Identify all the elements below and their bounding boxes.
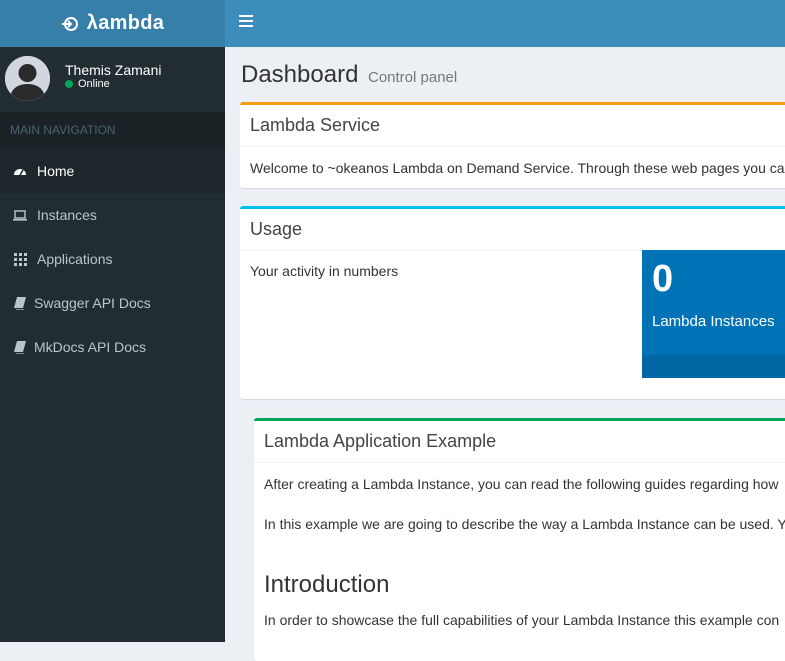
stat-value: 0 [652, 258, 674, 300]
box-divider [254, 462, 785, 463]
box-divider [240, 146, 785, 147]
sidebar-item-home[interactable]: Home [0, 149, 225, 193]
top-navbar [225, 0, 785, 47]
sidebar-item-swagger-api-docs[interactable]: Swagger API Docs [0, 281, 225, 325]
lambda-service-box: Lambda Service Welcome to ~okeanos Lambd… [240, 102, 785, 188]
paragraph: After creating a Lambda Instance, you ca… [264, 476, 779, 492]
sidebar-item-instances[interactable]: Instances [0, 193, 225, 237]
grid-icon [13, 252, 27, 266]
book-icon [13, 340, 27, 354]
sidebar-item-applications[interactable]: Applications [0, 237, 225, 281]
page-subtitle: Control panel [368, 69, 458, 86]
online-status-icon [65, 80, 73, 88]
user-status: Online [65, 78, 110, 90]
sidebar-item-label: Home [37, 163, 75, 179]
sidebar-item-label: Swagger API Docs [34, 295, 151, 311]
user-panel: Themis Zamani Online [0, 47, 225, 112]
box-title: Usage [250, 219, 303, 239]
brand-logo[interactable]: λambda [0, 0, 225, 47]
hamburger-icon[interactable] [239, 15, 253, 29]
lambda-instances-stat[interactable]: 0 Lambda Instances [642, 250, 785, 378]
sidebar-item-label: Instances [37, 207, 97, 223]
user-status-label: Online [78, 78, 110, 90]
sidebar-item-mkdocs-api-docs[interactable]: MkDocs API Docs [0, 325, 225, 369]
dashboard-icon [13, 164, 27, 178]
section-heading: Introduction [264, 571, 390, 598]
box-text: Your activity in numbers [250, 263, 399, 279]
laptop-icon [13, 208, 27, 222]
paragraph: In order to showcase the full capabiliti… [264, 612, 780, 628]
lambda-logo-icon [61, 16, 81, 32]
sidebar: Themis Zamani Online MAIN NAVIGATION Hom… [0, 47, 225, 642]
box-title: Lambda Application Example [264, 431, 497, 451]
brand-name: λambda [86, 12, 165, 34]
stat-label: Lambda Instances [652, 313, 775, 330]
box-text: Welcome to ~okeanos Lambda on Demand Ser… [250, 160, 785, 176]
user-name: Themis Zamani [65, 62, 162, 78]
sidebar-item-label: MkDocs API Docs [34, 339, 147, 355]
application-example-box: Lambda Application Example After creatin… [254, 418, 785, 661]
book-icon [13, 296, 27, 310]
main-content: Dashboard Control panel Lambda Service W… [225, 47, 785, 661]
box-title: Lambda Service [250, 115, 381, 135]
paragraph: In this example we are going to describe… [264, 516, 785, 532]
main-navigation-header: MAIN NAVIGATION [0, 112, 225, 149]
page-title: Dashboard [241, 61, 359, 88]
user-avatar-icon [5, 56, 50, 101]
usage-box: Usage Your activity in numbers 0 Lambda … [240, 206, 785, 399]
stat-footer[interactable] [642, 355, 785, 378]
sidebar-item-label: Applications [37, 251, 113, 267]
